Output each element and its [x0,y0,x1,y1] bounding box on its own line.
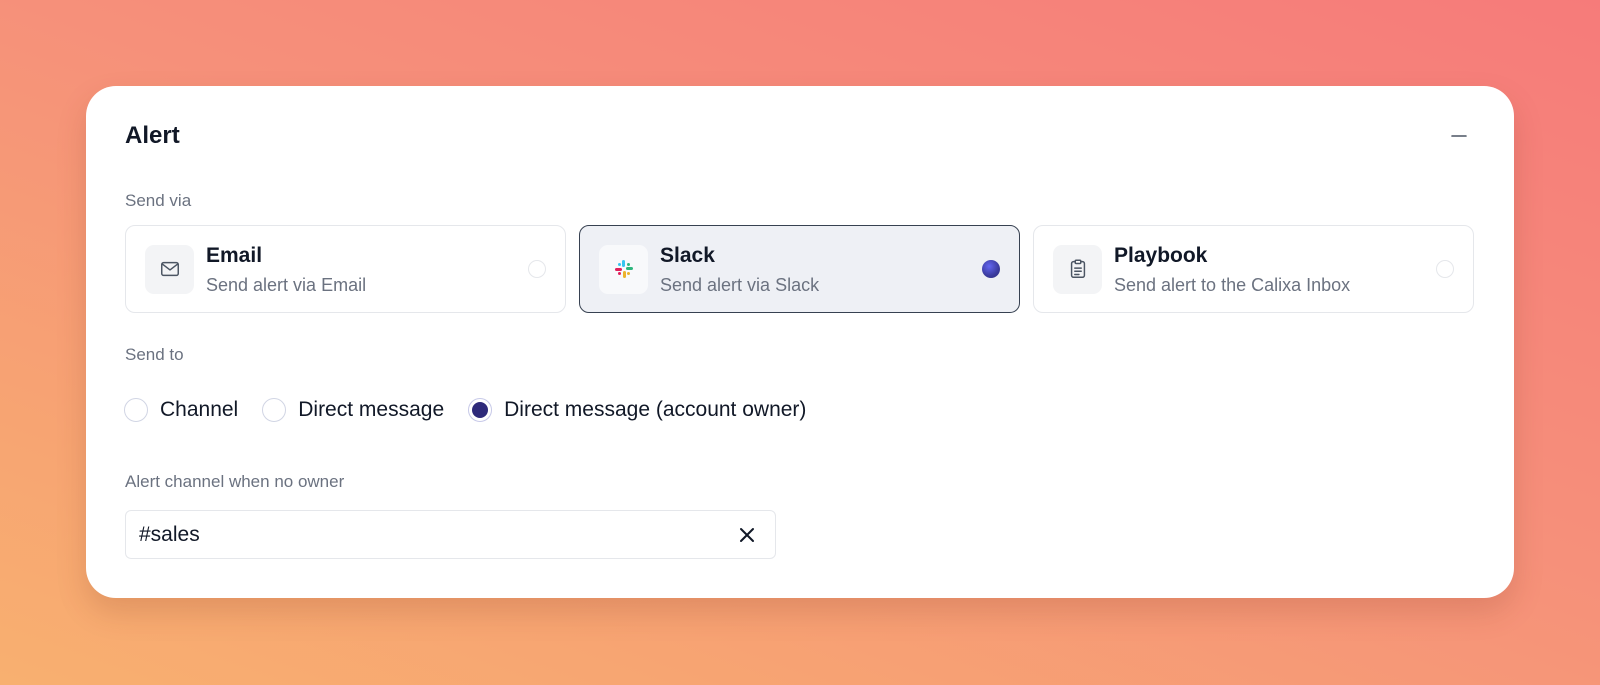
card-header: Alert [125,118,1475,154]
radio-direct-message[interactable]: Direct message [262,398,444,422]
option-description: Send alert via Email [206,274,367,295]
fallback-channel-input[interactable]: #sales [125,510,776,559]
option-description: Send alert via Slack [660,274,820,295]
minimize-button[interactable] [1443,120,1475,152]
minus-icon [1451,135,1467,137]
option-playbook[interactable]: Playbook Send alert to the Calixa Inbox [1033,225,1474,313]
option-radio[interactable] [528,260,546,278]
radio-channel[interactable]: Channel [124,398,238,422]
clear-button[interactable] [735,523,759,547]
radio-label: Direct message [298,398,445,421]
option-radio[interactable] [1436,260,1454,278]
option-title: Email [206,243,263,267]
option-description: Send alert to the Calixa Inbox [1114,274,1351,295]
radio-button[interactable] [262,398,287,422]
option-slack[interactable]: Slack Send alert via Slack [579,225,1020,313]
send-to-label: Send to [125,345,184,364]
channel-value: #sales [139,522,200,546]
mail-icon [145,244,194,294]
radio-button-selected[interactable] [468,398,493,422]
radio-label: Channel [160,398,239,421]
send-via-options: Email Send alert via Email Slack Send al… [125,225,1474,313]
slack-icon [599,244,648,294]
option-title: Slack [660,243,715,267]
clipboard-icon [1053,244,1102,294]
option-email[interactable]: Email Send alert via Email [125,225,566,313]
card-title: Alert [125,122,180,149]
close-icon [740,527,754,542]
send-to-radio-group: Channel Direct message Direct message (a… [124,398,830,422]
option-title: Playbook [1114,243,1208,267]
radio-button[interactable] [124,398,148,422]
radio-label: Direct message (account owner) [504,398,807,421]
alert-card: Alert Send via Email Send alert via Emai… [86,86,1514,598]
option-radio-selected[interactable] [982,260,1000,278]
send-via-label: Send via [125,191,192,210]
radio-direct-message-owner[interactable]: Direct message (account owner) [468,398,806,422]
fallback-channel-label: Alert channel when no owner [125,472,345,491]
